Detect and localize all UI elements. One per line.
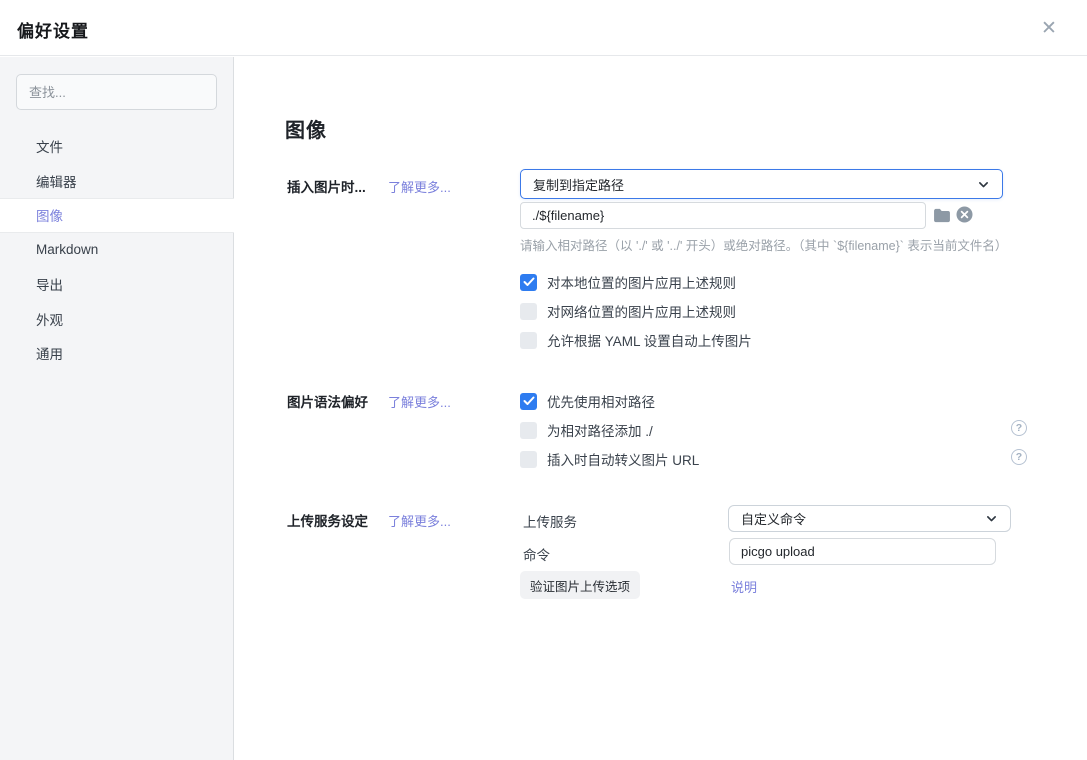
validate-upload-button[interactable]: 验证图片上传选项 [520, 571, 640, 599]
checkbox-icon [520, 451, 537, 468]
insert-action-select-value: 复制到指定路径 [533, 175, 624, 194]
chevron-down-icon [985, 512, 998, 525]
sidebar-nav: 文件 编辑器 图像 Markdown 导出 外观 通用 [0, 129, 234, 371]
sidebar-item-export[interactable]: 导出 [0, 267, 234, 302]
path-help-text: 请输入相对路径（以 './' 或 '../' 开头）或绝对路径。（其中 `${f… [520, 235, 1007, 254]
upload-service-label: 上传服务 [523, 511, 577, 531]
image-path-input[interactable] [520, 202, 926, 229]
checkbox-yaml-upload[interactable]: 允许根据 YAML 设置自动上传图片 [520, 330, 752, 350]
upload-service-select[interactable]: 自定义命令 [728, 505, 1011, 532]
sidebar-item-image[interactable]: 图像 [0, 198, 234, 233]
upload-learn-more-link[interactable]: 了解更多... [388, 511, 451, 530]
search-input[interactable] [16, 74, 217, 110]
checkbox-icon [520, 393, 537, 410]
checkbox-apply-network[interactable]: 对网络位置的图片应用上述规则 [520, 301, 736, 321]
syntax-learn-more-link[interactable]: 了解更多... [388, 392, 451, 411]
folder-browse-icon[interactable] [932, 206, 952, 224]
checkbox-icon [520, 332, 537, 349]
chevron-down-icon [977, 178, 990, 191]
upload-help-link[interactable]: 说明 [731, 577, 757, 596]
checkbox-add-dot-slash[interactable]: 为相对路径添加 ./ [520, 420, 653, 440]
command-input[interactable] [729, 538, 996, 565]
page-title: 图像 [285, 114, 327, 143]
help-icon[interactable]: ? [1011, 420, 1027, 436]
sidebar-item-file[interactable]: 文件 [0, 129, 234, 164]
checkbox-icon [520, 274, 537, 291]
checkbox-prefer-relative[interactable]: 优先使用相对路径 [520, 391, 655, 411]
command-label: 命令 [523, 544, 550, 564]
checkbox-icon [520, 422, 537, 439]
sidebar-item-appearance[interactable]: 外观 [0, 302, 234, 337]
sidebar-item-editor[interactable]: 编辑器 [0, 164, 234, 199]
sidebar-item-general[interactable]: 通用 [0, 336, 234, 371]
sidebar: 文件 编辑器 图像 Markdown 导出 外观 通用 [0, 57, 234, 760]
upload-service-select-value: 自定义命令 [741, 509, 806, 528]
window-title: 偏好设置 [17, 17, 89, 42]
syntax-section-label: 图片语法偏好 [287, 391, 368, 411]
help-icon[interactable]: ? [1011, 449, 1027, 465]
preferences-window: 偏好设置 ✕ 文件 编辑器 图像 Markdown 导出 外观 通用 图像 插入… [0, 0, 1087, 760]
main-panel: 图像 插入图片时... 了解更多... 复制到指定路径 请输入相对路径（以 '.… [235, 56, 1087, 760]
close-icon[interactable]: ✕ [1037, 16, 1061, 40]
checkbox-icon [520, 303, 537, 320]
clear-path-icon[interactable] [956, 206, 973, 223]
insert-section-label: 插入图片时... [287, 176, 366, 196]
insert-action-select[interactable]: 复制到指定路径 [520, 169, 1003, 199]
insert-learn-more-link[interactable]: 了解更多... [388, 177, 451, 196]
checkbox-escape-url[interactable]: 插入时自动转义图片 URL [520, 449, 699, 469]
titlebar: 偏好设置 ✕ [0, 0, 1087, 56]
checkbox-apply-local[interactable]: 对本地位置的图片应用上述规则 [520, 272, 736, 292]
upload-section-label: 上传服务设定 [287, 510, 368, 530]
sidebar-item-markdown[interactable]: Markdown [0, 233, 234, 268]
